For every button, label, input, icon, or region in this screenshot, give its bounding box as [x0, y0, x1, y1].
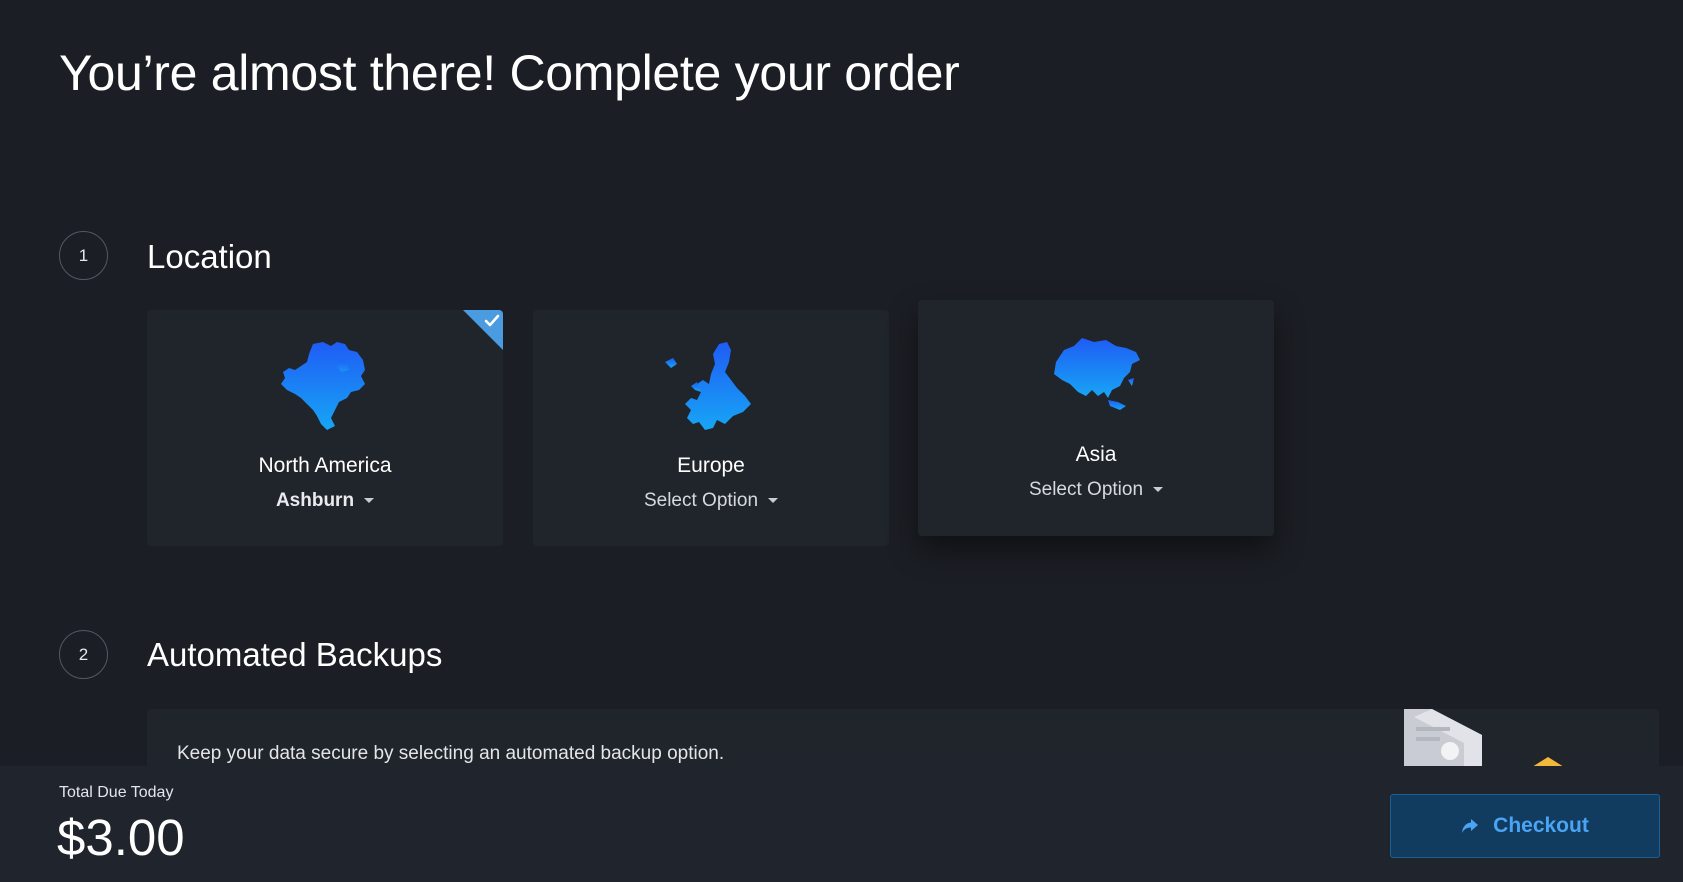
- total-amount: $3.00: [57, 809, 185, 866]
- asia-map-icon: [1054, 338, 1140, 410]
- europe-map-icon: [665, 342, 751, 430]
- location-dropdown[interactable]: Ashburn: [147, 490, 503, 512]
- location-card-asia[interactable]: Asia Select Option: [918, 300, 1274, 536]
- section-title-automated-backups: Automated Backups: [147, 636, 443, 673]
- region-name: Europe: [677, 454, 745, 477]
- backup-description: Keep your data secure by selecting an au…: [177, 743, 725, 764]
- section-title-location: Location: [147, 238, 272, 275]
- total-label: Total Due Today: [59, 784, 174, 801]
- step-number-2: 2: [59, 630, 108, 679]
- location-dropdown[interactable]: Select Option: [918, 479, 1274, 501]
- step-number-1: 1: [59, 231, 108, 280]
- location-dropdown[interactable]: Select Option: [533, 490, 889, 512]
- caret-down-icon: [1153, 487, 1164, 493]
- dropdown-value: Ashburn: [275, 490, 355, 511]
- north-america-map-icon: [281, 342, 365, 430]
- dropdown-value: Select Option: [643, 490, 759, 511]
- checkout-button[interactable]: Checkout: [1390, 794, 1660, 858]
- caret-down-icon: [364, 498, 375, 504]
- order-footer: Total Due Today $3.00 Checkout: [0, 766, 1683, 882]
- location-card-north-america[interactable]: North America Ashburn: [147, 310, 503, 546]
- page-title: You’re almost there! Complete your order: [59, 45, 960, 101]
- check-icon: [484, 314, 500, 327]
- region-name: North America: [258, 454, 392, 477]
- checkout-label: Checkout: [1493, 814, 1589, 837]
- caret-down-icon: [768, 498, 779, 504]
- backup-illustration: [1404, 709, 1564, 767]
- dropdown-value: Select Option: [1028, 479, 1144, 500]
- region-name: Asia: [1075, 443, 1117, 466]
- location-card-europe[interactable]: Europe Select Option: [533, 310, 889, 546]
- share-arrow-icon: [1462, 819, 1479, 833]
